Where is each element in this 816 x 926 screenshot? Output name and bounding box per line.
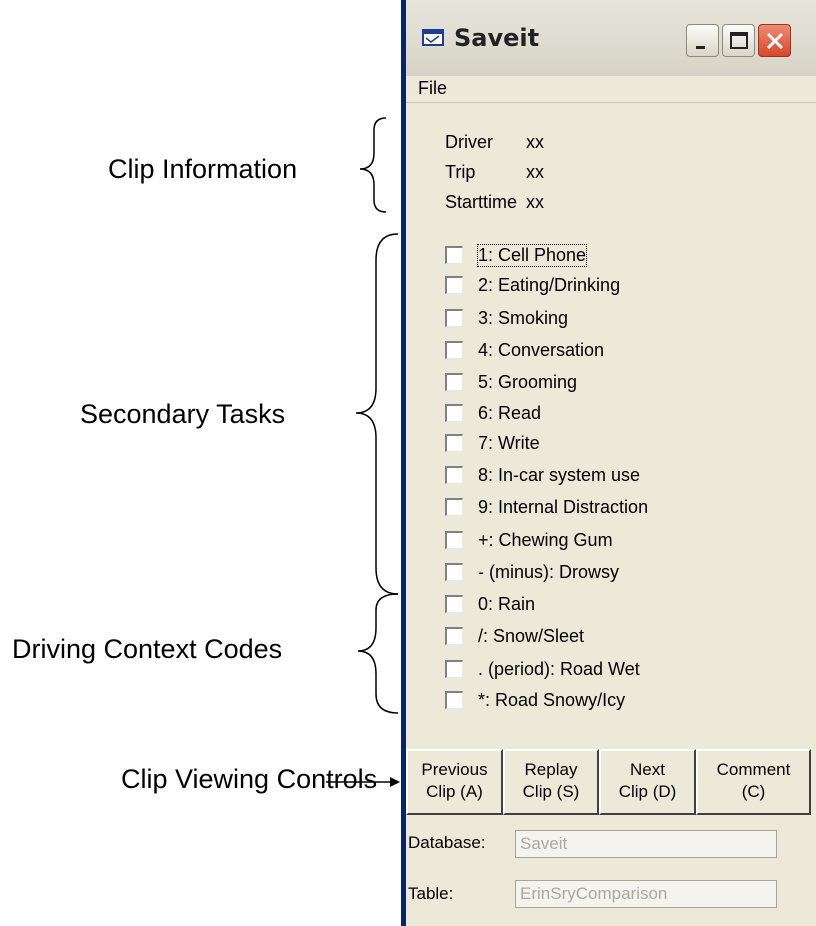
starttime-value: xx	[526, 192, 544, 212]
trip-value: xx	[526, 162, 544, 182]
checkbox-box[interactable]	[445, 434, 463, 452]
close-button[interactable]	[758, 24, 791, 57]
maximize-icon	[730, 32, 748, 49]
next-clip-button[interactable]: Next Clip (D)	[599, 749, 696, 815]
checkbox-box[interactable]	[445, 466, 463, 484]
checkbox-label[interactable]: 1: Cell Phone	[476, 244, 588, 267]
brace-clip-information	[359, 117, 387, 213]
checkbox-box[interactable]	[445, 341, 463, 359]
table-field[interactable]: ErinSryComparison	[515, 880, 777, 908]
checkbox-label[interactable]: 9: Internal Distraction	[478, 497, 648, 518]
database-label: Database:	[408, 833, 486, 852]
button-line: Comment	[716, 760, 791, 779]
button-line: Previous	[421, 760, 488, 779]
checkbox-box[interactable]	[445, 276, 463, 294]
checkbox-box[interactable]	[445, 595, 463, 613]
replay-clip-button[interactable]: Replay Clip (S)	[503, 749, 599, 815]
previous-clip-button[interactable]: Previous Clip (A)	[406, 749, 503, 815]
checkbox-label[interactable]: 8: In-car system use	[478, 465, 640, 486]
window-title: Saveit	[454, 24, 540, 52]
table-label: Table:	[408, 884, 454, 903]
checkbox-label[interactable]: *: Road Snowy/Icy	[478, 690, 625, 711]
driver-label: Driver	[445, 132, 493, 152]
checkbox-label[interactable]: 5: Grooming	[478, 372, 577, 393]
annotation-braces	[326, 117, 400, 787]
checkbox-box[interactable]	[445, 373, 463, 391]
checkbox-label[interactable]: - (minus): Drowsy	[478, 562, 619, 583]
button-line: Replay	[524, 760, 578, 779]
checkbox-label[interactable]: 7: Write	[478, 433, 540, 454]
button-line: Clip (A)	[426, 782, 483, 801]
maximize-button[interactable]	[722, 24, 755, 57]
checkbox-label[interactable]: 6: Read	[478, 403, 541, 424]
app-window-icon	[422, 29, 444, 46]
button-line: Clip (D)	[618, 782, 677, 801]
checkbox-box[interactable]	[445, 246, 463, 264]
title-bar[interactable]: Saveit	[406, 0, 816, 76]
trip-label: Trip	[445, 162, 476, 182]
button-line: (C)	[741, 782, 766, 801]
checkbox-box[interactable]	[445, 404, 463, 422]
database-field[interactable]: Saveit	[515, 830, 777, 858]
checkbox-label[interactable]: 0: Rain	[478, 594, 535, 615]
checkbox-box[interactable]	[445, 531, 463, 549]
checkbox-box[interactable]	[445, 498, 463, 516]
saveit-window: Saveit File Driver xx Trip xx Starttime …	[401, 0, 816, 926]
checkbox-box[interactable]	[445, 691, 463, 709]
close-icon	[766, 32, 784, 50]
button-line: Clip (S)	[522, 782, 580, 801]
starttime-label: Starttime	[445, 192, 518, 212]
clip-controls: Previous Clip (A) Replay Clip (S) Next C…	[406, 749, 811, 815]
checkbox-label[interactable]: 2: Eating/Drinking	[478, 275, 620, 296]
driver-value: xx	[526, 132, 544, 152]
checkbox-box[interactable]	[445, 309, 463, 327]
checkbox-label[interactable]: . (period): Road Wet	[478, 659, 640, 680]
brace-secondary-tasks	[355, 233, 399, 595]
checkbox-label[interactable]: 4: Conversation	[478, 340, 604, 361]
checkbox-box[interactable]	[445, 660, 463, 678]
checkbox-label[interactable]: +: Chewing Gum	[478, 530, 613, 551]
minimize-icon	[696, 46, 705, 49]
brace-driving-context-codes	[357, 593, 399, 714]
arrow-icon	[390, 777, 400, 787]
checkbox-box[interactable]	[445, 627, 463, 645]
menu-bar: File	[406, 76, 816, 103]
checkbox-label[interactable]: 3: Smoking	[478, 308, 568, 329]
minimize-button[interactable]	[686, 24, 719, 57]
checkbox-label[interactable]: /: Snow/Sleet	[478, 626, 584, 647]
checkbox-box[interactable]	[445, 563, 463, 581]
button-line: Next	[630, 760, 665, 779]
menu-file[interactable]: File	[418, 78, 447, 99]
comment-button[interactable]: Comment (C)	[696, 749, 811, 815]
